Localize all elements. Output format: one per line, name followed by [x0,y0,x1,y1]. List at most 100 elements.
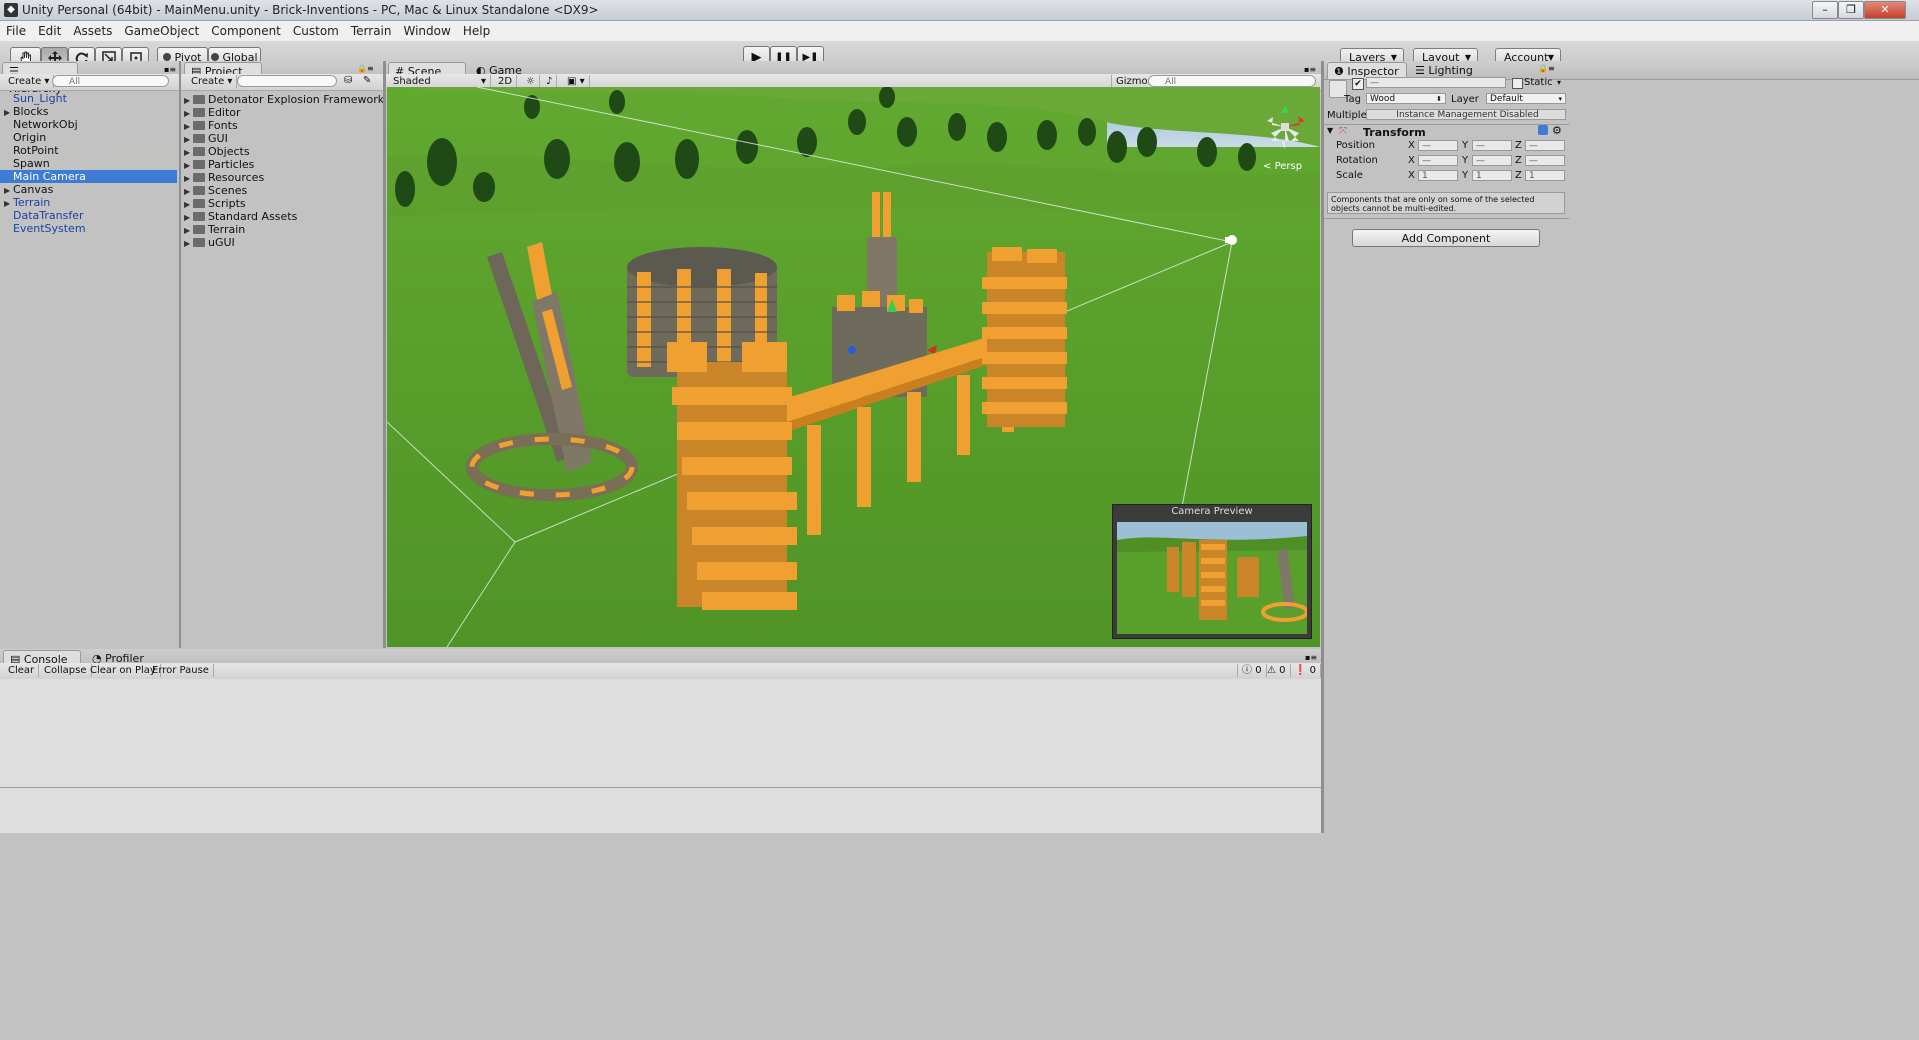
panel-menu-icon[interactable]: ▪≡ [1305,653,1317,662]
hierarchy-item[interactable]: Spawn [0,157,177,170]
project-create-button[interactable]: Create ▾ [187,75,238,88]
scene-search-input[interactable]: All [1148,75,1316,87]
project-folder[interactable]: ▶ GUI [184,132,382,145]
hierarchy-item[interactable]: ▶ Terrain [0,196,177,209]
menu-file[interactable]: File [0,21,32,41]
transform-icon: ⤧ [1339,126,1347,137]
tag-dropdown[interactable]: Wood ⬍ [1366,93,1446,104]
static-checkbox[interactable] [1512,78,1523,89]
filter-type-icon[interactable]: ⛁ [344,75,352,86]
menu-custom[interactable]: Custom [287,21,345,41]
scene-view[interactable]: < Persp Camera Preview [387,87,1320,647]
add-component-button[interactable]: Add Component [1352,229,1540,247]
panel-divider[interactable] [383,61,386,648]
transform-z-field[interactable]: — [1525,140,1565,151]
console-detail-area[interactable] [0,788,1321,832]
active-checkbox[interactable]: ✔ [1352,78,1364,90]
hierarchy-item[interactable]: ▶ Blocks [0,105,177,118]
axis-label-z[interactable]: Z [1515,140,1522,151]
hierarchy-item[interactable]: Main Camera [0,170,177,183]
console-error-filter[interactable]: ❗ 0 [1290,664,1321,677]
project-folder[interactable]: ▶ Fonts [184,119,382,132]
hierarchy-search-input[interactable]: All [52,75,169,87]
lock-icon[interactable]: 🔒≡ [357,64,374,73]
menu-gameobject[interactable]: GameObject [118,21,205,41]
transform-title: Transform [1363,126,1426,139]
project-folder[interactable]: ▶ Scenes [184,184,382,197]
layer-dropdown[interactable]: Default ▾ [1486,93,1566,104]
menu-window[interactable]: Window [398,21,457,41]
project-folder[interactable]: ▶ Standard Assets [184,210,382,223]
folder-icon [193,224,205,234]
project-folder[interactable]: ▶ Objects [184,145,382,158]
console-collapse-button[interactable]: Collapse [40,664,92,677]
filter-label-icon[interactable]: ✎ [363,75,371,86]
console-clear-button[interactable]: Clear [4,664,40,677]
projection-label[interactable]: < Persp [1263,161,1302,172]
axis-label-z[interactable]: Z [1515,170,1522,181]
axis-label-x[interactable]: X [1408,170,1415,181]
project-folder[interactable]: ▶ uGUI [184,236,382,249]
hierarchy-item-label: Terrain [13,196,51,209]
axis-label-y[interactable]: Y [1462,155,1468,166]
transform-y-field[interactable]: 1 [1472,170,1512,181]
maximize-button[interactable]: ❐ [1838,1,1864,19]
transform-row: Scale X 1 Y 1 Z 1 [1324,169,1569,183]
hierarchy-item[interactable]: DataTransfer [0,209,177,222]
hierarchy-item-label: NetworkObj [13,118,78,131]
static-dropdown-arrow-icon[interactable]: ▾ [1557,78,1561,87]
transform-x-field[interactable]: 1 [1418,170,1458,181]
hierarchy-item[interactable]: EventSystem [0,222,177,235]
hierarchy-create-button[interactable]: Create ▾ [4,75,55,88]
project-folder[interactable]: ▶ Particles [184,158,382,171]
project-search-input[interactable] [237,75,337,87]
lock-icon[interactable]: 🔒≡ [1538,64,1555,73]
multiple-label: Multiple [1327,110,1367,121]
axis-label-x[interactable]: X [1408,155,1415,166]
axis-label-y[interactable]: Y [1462,170,1468,181]
panel-menu-icon[interactable]: ▪≡ [1304,65,1316,74]
project-folder-label: Editor [208,106,241,119]
scene-orientation-gizmo[interactable]: < Persp [1255,97,1315,177]
close-window-button[interactable]: ✕ [1864,1,1906,19]
info-icon: ⓘ [1242,665,1256,676]
minimize-button[interactable]: – [1812,1,1838,19]
hierarchy-panel: ☰ Hierarchy ▪≡ Create ▾ All Sun_Light▶Bl… [0,61,179,648]
project-folder[interactable]: ▶ Detonator Explosion Framework [184,93,384,106]
foldout-arrow-icon[interactable]: ▶ [184,237,193,250]
hierarchy-item[interactable]: Sun_Light [0,92,177,105]
panel-menu-icon[interactable]: ▪≡ [164,65,176,74]
menu-help[interactable]: Help [457,21,496,41]
hierarchy-item[interactable]: NetworkObj [0,118,177,131]
console-log-area[interactable] [0,679,1321,788]
console-warning-filter[interactable]: ⚠ 0 [1263,664,1291,677]
gameobject-name-input[interactable]: — [1366,77,1506,88]
gear-icon[interactable]: ⚙ [1552,124,1562,137]
transform-y-field[interactable]: — [1472,140,1512,151]
hierarchy-item[interactable]: Origin [0,131,177,144]
menu-assets[interactable]: Assets [67,21,118,41]
help-book-icon[interactable] [1538,125,1548,135]
project-folder-list: ▶ Detonator Explosion Framework ▶ Editor ▶ Fo… [184,93,384,249]
hierarchy-list: Sun_Light ▶ Blocks NetworkObj Origin RotPoint… [0,92,177,235]
menu-component[interactable]: Component [205,21,287,41]
project-folder[interactable]: ▶ Scripts [184,197,382,210]
axis-label-y[interactable]: Y [1462,140,1468,151]
menu-terrain[interactable]: Terrain [345,21,398,41]
transform-x-field[interactable]: — [1418,155,1458,166]
transform-z-field[interactable]: 1 [1525,170,1565,181]
axis-label-x[interactable]: X [1408,140,1415,151]
project-folder[interactable]: ▶ Resources [184,171,382,184]
info-count: 0 [1255,665,1262,676]
transform-x-field[interactable]: — [1418,140,1458,151]
hierarchy-item[interactable]: ▶ Canvas [0,183,177,196]
hierarchy-item[interactable]: RotPoint [0,144,177,157]
console-error-pause-button[interactable]: Error Pause [148,664,214,677]
transform-y-field[interactable]: — [1472,155,1512,166]
axis-label-z[interactable]: Z [1515,155,1522,166]
transform-header[interactable]: ▼ ⤧ Transform ⚙ [1327,124,1569,139]
menu-edit[interactable]: Edit [32,21,67,41]
project-folder[interactable]: ▶ Terrain [184,223,382,236]
project-folder[interactable]: ▶ Editor [184,106,382,119]
transform-z-field[interactable]: — [1525,155,1565,166]
